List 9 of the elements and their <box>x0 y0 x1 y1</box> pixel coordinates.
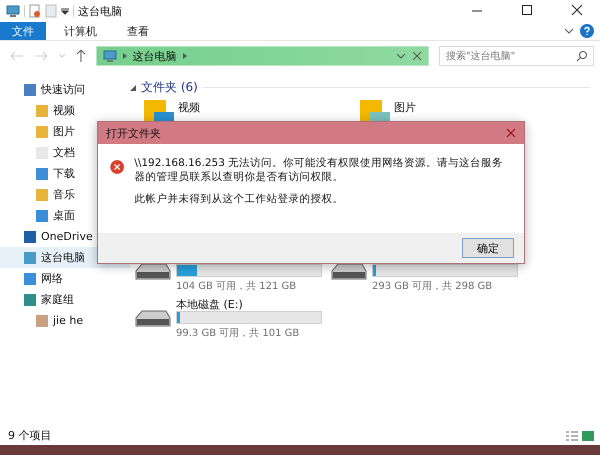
error-message: \\192.168.16.253 无法访问。你可能没有权限使用网络资源。请与这台服务器的管理员联系以查明你是否有访问权限。 <box>134 156 504 184</box>
drive-space-text: 99.3 GB 可用，共 101 GB <box>176 326 300 340</box>
drive-space-text: 104 GB 可用，共 121 GB <box>176 280 298 293</box>
window-title: 这台电脑 <box>78 4 122 18</box>
drive-name: 本地磁盘 (E:) <box>176 298 243 311</box>
item-count: 9 个项目 <box>8 428 52 443</box>
dialog-title: 打开文件夹 <box>106 126 161 140</box>
error-detail: 此帐户并未得到从这个工作站登录的授权。 <box>134 192 344 206</box>
drive-space-text: 293 GB 可用，共 298 GB <box>372 280 494 293</box>
